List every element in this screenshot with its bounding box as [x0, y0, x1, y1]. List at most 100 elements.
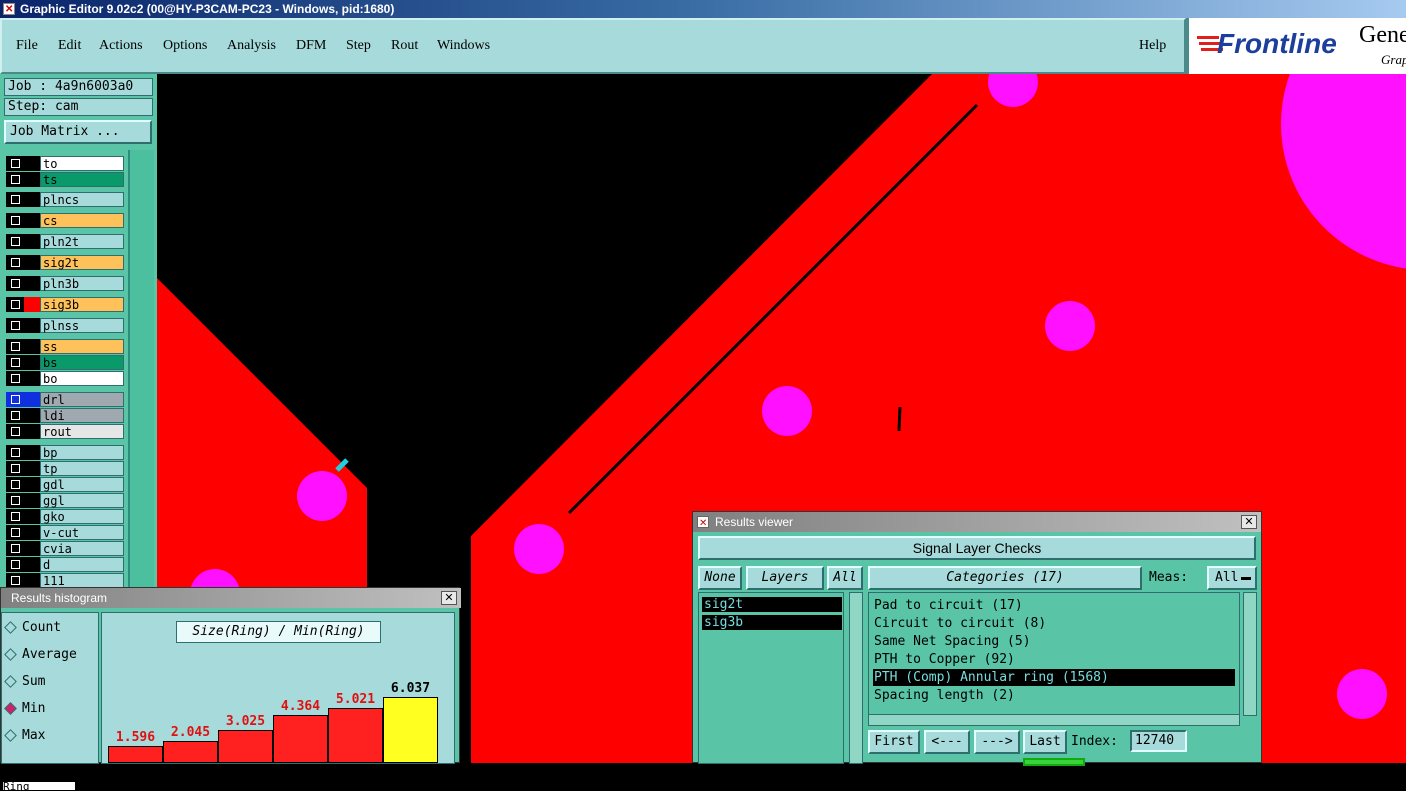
layer-row-drl[interactable]: drl: [6, 392, 124, 407]
layer-name[interactable]: drl: [40, 392, 124, 407]
layer-name[interactable]: bp: [40, 445, 124, 460]
layer-checkbox-icon[interactable]: [6, 172, 24, 187]
menu-analysis[interactable]: Analysis: [227, 38, 276, 54]
layer-color-swatch[interactable]: [24, 461, 40, 476]
layer-name[interactable]: bo: [40, 371, 124, 386]
layer-row-pln2t[interactable]: pln2t: [6, 234, 124, 249]
layer-name[interactable]: tp: [40, 461, 124, 476]
check-name-button[interactable]: Signal Layer Checks: [698, 536, 1256, 560]
category-item[interactable]: Circuit to circuit (8): [873, 615, 1235, 632]
layer-name[interactable]: bs: [40, 355, 124, 370]
layer-color-swatch[interactable]: [24, 509, 40, 524]
layer-row-bp[interactable]: bp: [6, 445, 124, 460]
layer-name[interactable]: plnss: [40, 318, 124, 333]
layer-checkbox-icon[interactable]: [6, 234, 24, 249]
categories-button[interactable]: Categories (17): [868, 566, 1142, 590]
layer-checkbox-icon[interactable]: [6, 355, 24, 370]
menu-file[interactable]: File: [16, 38, 38, 54]
layer-row-sig3b[interactable]: sig3b: [6, 297, 124, 312]
menu-actions[interactable]: Actions: [99, 38, 143, 54]
histogram-bar[interactable]: [383, 697, 438, 763]
layer-checkbox-icon[interactable]: [6, 318, 24, 333]
layer-name[interactable]: sig2t: [40, 255, 124, 270]
layer-color-swatch[interactable]: [24, 424, 40, 439]
categories-list[interactable]: Pad to circuit (17) Circuit to circuit (…: [868, 592, 1240, 716]
layer-row-ts[interactable]: ts: [6, 172, 124, 187]
histogram-bar[interactable]: [163, 741, 218, 763]
all-button[interactable]: All: [827, 566, 863, 590]
layer-name[interactable]: d: [40, 557, 124, 572]
category-item[interactable]: PTH to Copper (92): [873, 651, 1235, 668]
menu-help[interactable]: Help: [1139, 38, 1166, 54]
layer-row-tp[interactable]: tp: [6, 461, 124, 476]
layer-name[interactable]: ts: [40, 172, 124, 187]
layer-color-swatch[interactable]: [24, 493, 40, 508]
layer-name[interactable]: v-cut: [40, 525, 124, 540]
layer-color-swatch[interactable]: [24, 339, 40, 354]
layer-color-swatch[interactable]: [24, 392, 40, 407]
layer-checkbox-icon[interactable]: [6, 461, 24, 476]
layer-name[interactable]: sig3b: [40, 297, 124, 312]
layer-row-pln3b[interactable]: pln3b: [6, 276, 124, 291]
layer-name[interactable]: pln3b: [40, 276, 124, 291]
result-layer-item[interactable]: sig3b: [702, 615, 842, 630]
layer-color-swatch[interactable]: [24, 192, 40, 207]
layer-color-swatch[interactable]: [24, 318, 40, 333]
layer-checkbox-icon[interactable]: [6, 509, 24, 524]
layer-checkbox-icon[interactable]: [6, 255, 24, 270]
layer-row-plnss[interactable]: plnss: [6, 318, 124, 333]
layer-color-swatch[interactable]: [24, 541, 40, 556]
layer-color-swatch[interactable]: [24, 255, 40, 270]
histogram-bar[interactable]: [108, 746, 163, 763]
layer-checkbox-icon[interactable]: [6, 477, 24, 492]
layer-name[interactable]: gko: [40, 509, 124, 524]
menu-options[interactable]: Options: [163, 38, 207, 54]
layer-checkbox-icon[interactable]: [6, 541, 24, 556]
layer-checkbox-icon[interactable]: [6, 371, 24, 386]
layer-checkbox-icon[interactable]: [6, 339, 24, 354]
layer-name[interactable]: pln2t: [40, 234, 124, 249]
layer-name[interactable]: to: [40, 156, 124, 171]
layer-color-swatch[interactable]: [24, 156, 40, 171]
layer-row-plncs[interactable]: plncs: [6, 192, 124, 207]
layer-checkbox-icon[interactable]: [6, 192, 24, 207]
layer-checkbox-icon[interactable]: [6, 525, 24, 540]
last-button[interactable]: Last: [1023, 730, 1067, 754]
layer-name[interactable]: 111: [40, 573, 124, 588]
histogram-bar[interactable]: [218, 730, 273, 763]
results-viewer-close-button[interactable]: ✕: [1241, 515, 1257, 529]
layer-color-swatch[interactable]: [24, 408, 40, 423]
category-item[interactable]: Same Net Spacing (5): [873, 633, 1235, 650]
result-layer-item[interactable]: sig2t: [702, 597, 842, 612]
layer-row-bo[interactable]: bo: [6, 371, 124, 386]
layer-row-rout[interactable]: rout: [6, 424, 124, 439]
menu-rout[interactable]: Rout: [391, 38, 418, 54]
menu-edit[interactable]: Edit: [58, 38, 81, 54]
category-item-selected[interactable]: PTH (Comp) Annular ring (1568): [873, 669, 1235, 686]
layer-checkbox-icon[interactable]: [6, 573, 24, 588]
histogram-bar[interactable]: [328, 708, 383, 763]
layer-row-sig2t[interactable]: sig2t: [6, 255, 124, 270]
layer-name[interactable]: ggl: [40, 493, 124, 508]
layer-checkbox-icon[interactable]: [6, 156, 24, 171]
layer-row-111[interactable]: 111: [6, 573, 124, 588]
layer-checkbox-icon[interactable]: [6, 493, 24, 508]
layer-row-cs[interactable]: cs: [6, 213, 124, 228]
layer-color-swatch[interactable]: [24, 477, 40, 492]
layer-row-bs[interactable]: bs: [6, 355, 124, 370]
layer-row-d[interactable]: d: [6, 557, 124, 572]
category-item[interactable]: Pad to circuit (17): [873, 597, 1235, 614]
meas-dropdown[interactable]: All: [1207, 566, 1257, 590]
layer-color-swatch[interactable]: [24, 213, 40, 228]
layer-color-swatch[interactable]: [24, 297, 40, 312]
layer-row-gdl[interactable]: gdl: [6, 477, 124, 492]
layer-name[interactable]: cs: [40, 213, 124, 228]
prev-button[interactable]: <---: [924, 730, 970, 754]
layers-list-scrollbar[interactable]: [849, 592, 863, 764]
layer-list-scrollbar[interactable]: [128, 150, 154, 590]
layer-color-swatch[interactable]: [24, 371, 40, 386]
menu-step[interactable]: Step: [346, 38, 371, 54]
histogram-close-button[interactable]: ✕: [441, 591, 457, 605]
layer-row-v-cut[interactable]: v-cut: [6, 525, 124, 540]
layer-checkbox-icon[interactable]: [6, 213, 24, 228]
